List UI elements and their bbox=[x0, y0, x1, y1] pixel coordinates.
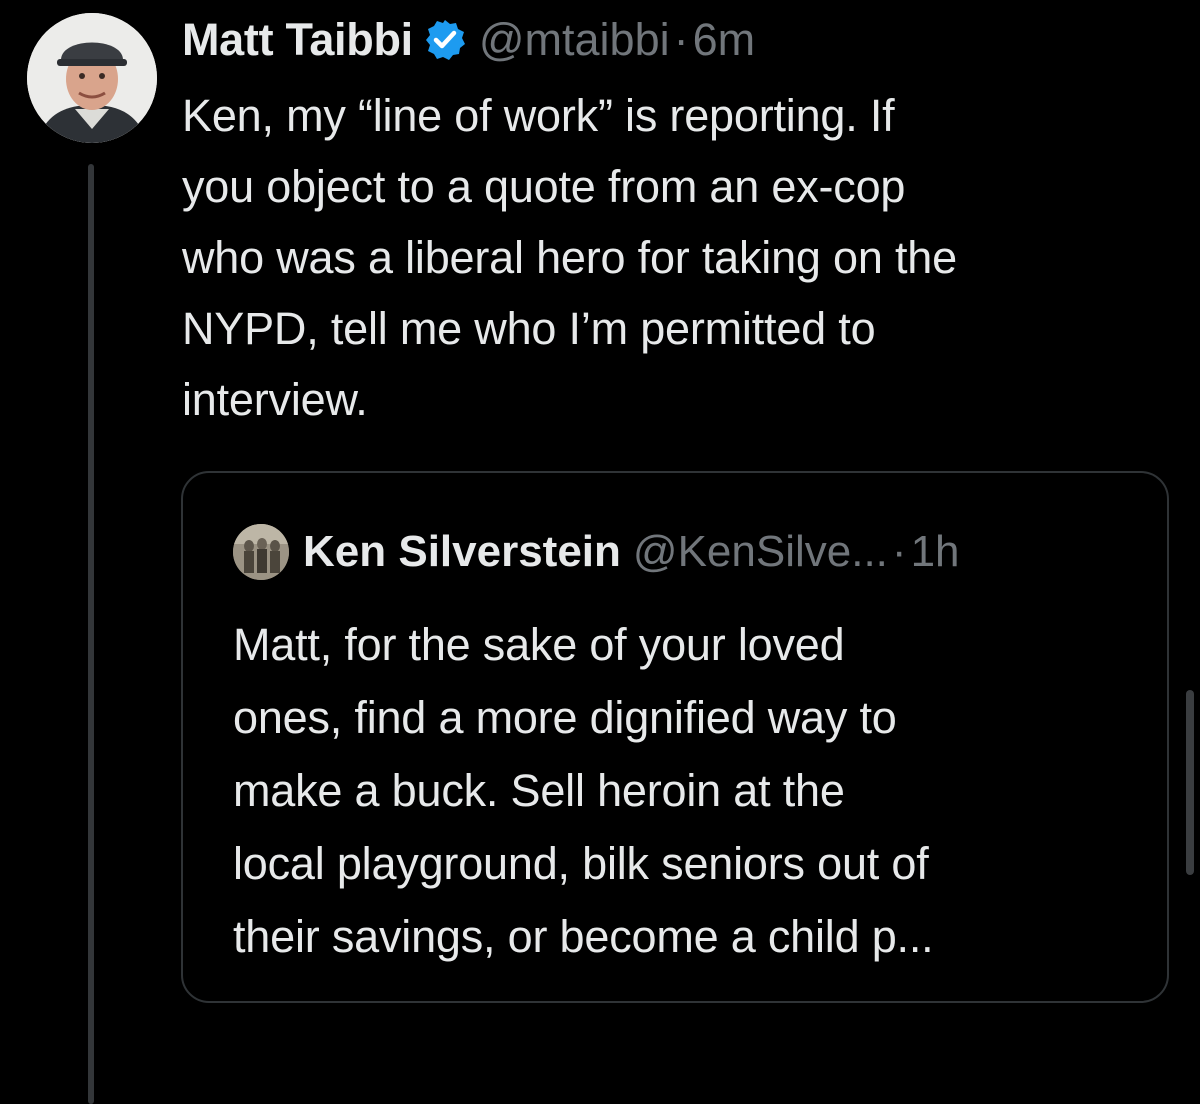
quoted-tweet-header: Ken Silverstein @KenSilve... · 1h bbox=[233, 522, 960, 582]
verified-badge-icon[interactable] bbox=[423, 18, 467, 62]
quoted-author-handle: @KenSilve... bbox=[632, 527, 888, 576]
separator-dot: · bbox=[891, 527, 907, 576]
tweet-text: Ken, my “line of work” is reporting. If … bbox=[182, 90, 957, 425]
tweet[interactable]: Matt Taibbi @mtaibbi · 6m Ken, my “line … bbox=[0, 0, 1200, 1104]
tweet-header: Matt Taibbi @mtaibbi · 6m bbox=[182, 12, 755, 68]
author-handle[interactable]: @mtaibbi bbox=[479, 14, 670, 66]
quoted-tweet-card[interactable]: Ken Silverstein @KenSilve... · 1h Matt, … bbox=[181, 471, 1169, 1003]
author-display-name[interactable]: Matt Taibbi bbox=[182, 14, 413, 66]
scrollbar-thumb[interactable] bbox=[1186, 690, 1194, 875]
profile-photo-icon bbox=[233, 524, 289, 580]
quoted-tweet-timestamp: 1h bbox=[910, 527, 960, 576]
author-avatar[interactable] bbox=[27, 13, 157, 143]
quoted-tweet-text: Matt, for the sake of your loved ones, f… bbox=[233, 619, 934, 962]
tweet-timestamp[interactable]: 6m bbox=[693, 14, 756, 66]
quoted-author-avatar bbox=[233, 524, 289, 580]
thread-connector-line bbox=[88, 164, 94, 1104]
profile-photo-icon bbox=[27, 13, 157, 143]
separator-dot: · bbox=[673, 14, 689, 65]
quoted-author-display-name: Ken Silverstein bbox=[303, 527, 621, 576]
